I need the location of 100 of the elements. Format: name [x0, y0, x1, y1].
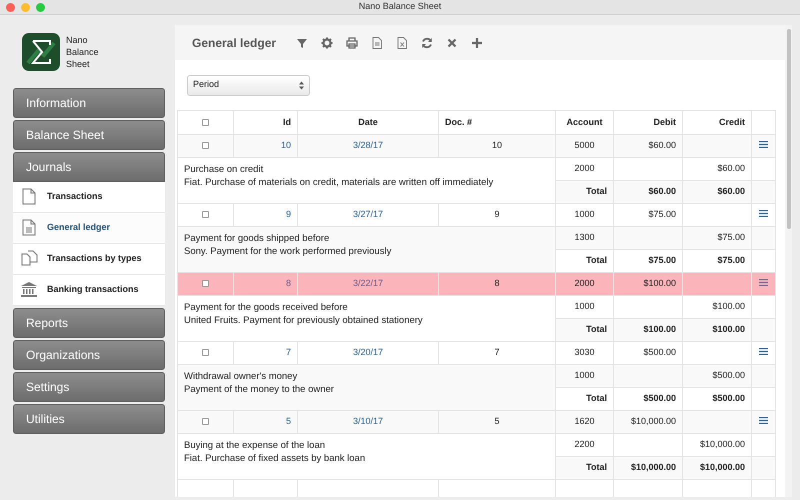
updown-caret-icon	[299, 80, 304, 90]
entry-row[interactable]: 8 3/22/17 8 2000 $100.00	[178, 272, 776, 296]
column-header[interactable]: Id	[283, 116, 291, 127]
description-text: Fiat. Purchase of fixed assets by bank loan	[184, 452, 366, 465]
entry-row[interactable]: 9 3/27/17 9 1000 $75.00	[178, 204, 776, 226]
sidebar-item[interactable]: Banking transactions	[13, 275, 165, 306]
refresh-icon[interactable]	[421, 36, 434, 48]
table-cell: $10,000.00	[630, 416, 676, 426]
total-label: Total	[586, 393, 607, 404]
table-cell: $60.00	[717, 163, 745, 174]
description-text: Purchase on credit	[184, 163, 264, 176]
scrollbar-thumb[interactable]	[786, 29, 790, 229]
nav-button[interactable]: Reports	[13, 308, 165, 338]
date-link[interactable]: 3/27/17	[352, 209, 384, 220]
date-link[interactable]: 3/10/17	[352, 416, 384, 426]
nav-button[interactable]: Settings	[13, 372, 165, 402]
menu-icon[interactable]	[759, 279, 768, 286]
close-window-button[interactable]	[6, 3, 15, 12]
entry-row[interactable]: 7 3/20/17 7 3030 $500.00	[178, 342, 776, 364]
table-cell: $60.00	[648, 140, 676, 150]
add-icon[interactable]	[471, 36, 484, 48]
table-cell: $100.00	[643, 324, 676, 334]
period-select[interactable]: Period	[187, 74, 310, 96]
table-cell: 1000	[574, 301, 595, 312]
description-text: Withdrawal owner's money	[184, 370, 298, 383]
table-cell: $60.00	[717, 186, 745, 196]
table-cell: $100.00	[643, 278, 676, 288]
checkbox[interactable]	[202, 142, 209, 150]
document-icon	[20, 219, 38, 236]
table-cell: $500.00	[643, 393, 676, 404]
sidebar-item[interactable]: Transactions by types	[13, 244, 165, 275]
nav-button[interactable]: Information	[13, 88, 165, 118]
table-cell: 2200	[574, 439, 595, 450]
sigma-logo-icon	[22, 33, 60, 71]
document-icon[interactable]	[371, 36, 384, 48]
nav-button[interactable]: Balance Sheet	[13, 120, 165, 150]
table-cell: $10,000.00	[700, 462, 745, 472]
table-cell: 8	[494, 278, 500, 288]
table-cell: $75.00	[717, 232, 745, 242]
table-cell: $500.00	[643, 347, 676, 358]
date-link[interactable]: 3/28/17	[352, 140, 384, 150]
id-link[interactable]: 8	[286, 278, 291, 288]
date-link[interactable]: 3/20/17	[352, 347, 384, 358]
table-cell: $10,000.00	[630, 462, 676, 472]
table-cell: $75.00	[717, 255, 745, 266]
table-cell: $500.00	[712, 370, 745, 380]
checkbox[interactable]	[202, 418, 209, 426]
two-pages-icon	[20, 250, 38, 267]
column-header[interactable]: Debit	[654, 116, 676, 127]
table-cell: 1620	[574, 416, 595, 426]
checkbox[interactable]	[202, 349, 209, 356]
printer-icon[interactable]	[346, 36, 358, 48]
total-label: Total	[586, 462, 607, 472]
nav-button[interactable]: Organizations	[13, 340, 165, 370]
column-header[interactable]: Doc. #	[445, 116, 472, 127]
menu-icon[interactable]	[759, 417, 768, 424]
table-cell: 2000	[574, 278, 595, 288]
description-text: Fiat. Purchase of materials on credit, materials are written off immediately	[184, 176, 494, 189]
menu-icon[interactable]	[759, 210, 768, 218]
table-cell: 2000	[574, 163, 595, 174]
id-link[interactable]: 10	[280, 140, 291, 150]
table-cell: $75.00	[648, 209, 676, 220]
table-cell: $60.00	[648, 186, 676, 196]
entry-row[interactable]: 5 3/10/17 5 1620 $10,000.00	[178, 410, 776, 434]
checkbox[interactable]	[202, 280, 209, 288]
spreadsheet-file-icon[interactable]	[396, 36, 408, 48]
settings-icon[interactable]	[321, 36, 334, 48]
description-text: United Fruits. Payment for previously obtained stationery	[184, 314, 424, 327]
total-label: Total	[586, 186, 607, 196]
app-name: Nano Balance Sheet	[66, 34, 99, 70]
table-cell: 7	[494, 347, 500, 358]
table-cell: $500.00	[712, 393, 745, 404]
table-cell: 1000	[574, 209, 595, 220]
total-label: Total	[586, 255, 607, 266]
table-cell: 1300	[574, 232, 595, 242]
id-link[interactable]: 5	[286, 416, 291, 426]
table-cell: $100.00	[712, 301, 745, 312]
checkbox[interactable]	[202, 118, 209, 126]
entry-row[interactable]: 10 3/28/17 10 5000 $60.00	[178, 134, 776, 158]
bank-building-icon	[20, 281, 38, 298]
filter-icon[interactable]	[296, 36, 308, 48]
window-title: Nano Balance Sheet	[358, 0, 442, 14]
table-cell: 10	[492, 140, 502, 150]
nav-button[interactable]: Utilities	[13, 404, 165, 434]
column-header[interactable]: Credit	[718, 116, 745, 127]
close-icon[interactable]	[446, 36, 458, 48]
menu-icon[interactable]	[759, 348, 768, 356]
id-link[interactable]: 9	[286, 209, 291, 220]
id-link[interactable]: 7	[286, 347, 291, 358]
column-header[interactable]: Date	[358, 116, 378, 127]
nav-button[interactable]: Journals	[13, 152, 165, 182]
table-cell: 1000	[574, 370, 595, 380]
description-text: Payment of the money to the owner	[184, 383, 335, 396]
date-link[interactable]: 3/22/17	[352, 278, 384, 288]
checkbox[interactable]	[202, 211, 209, 218]
total-label: Total	[586, 324, 607, 334]
table-cell: 3030	[574, 347, 595, 358]
menu-icon[interactable]	[759, 141, 768, 148]
description-text: Sony. Payment for the work performed previously	[184, 245, 392, 258]
table-cell: 5000	[574, 140, 595, 150]
